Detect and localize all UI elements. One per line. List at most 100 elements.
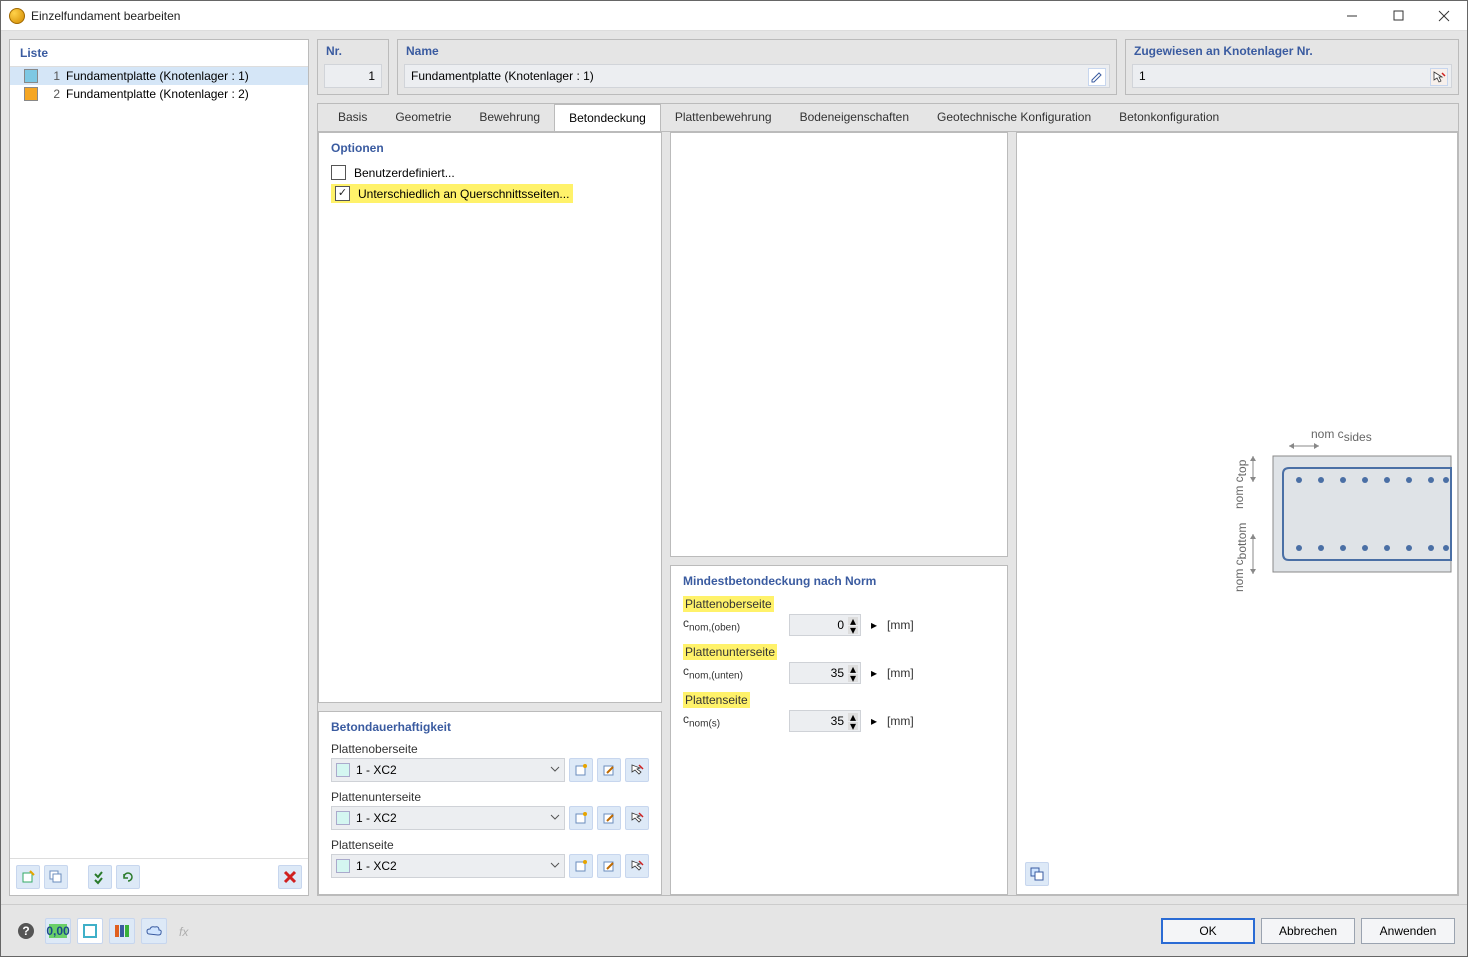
delete-button[interactable] [278, 865, 302, 889]
cross-section-diagram: nom csides nom ctop nom cbottom [1181, 424, 1451, 604]
durability-combo-row: 1 - XC2 [331, 854, 649, 878]
durability-row-label: Plattenoberseite [331, 742, 649, 756]
fx-icon: fx [177, 924, 195, 938]
apply-button[interactable]: Anwenden [1361, 918, 1455, 944]
pick-class-button[interactable] [625, 806, 649, 830]
cnom-label: cnom(s) [683, 712, 783, 729]
assign-value: 1 [1139, 69, 1146, 83]
header-row: Nr. 1 Name Fundamentplatte (Knotenlager … [317, 39, 1459, 95]
new-class-button[interactable] [569, 806, 593, 830]
assign-field-group: Zugewiesen an Knotenlager Nr. 1 [1125, 39, 1459, 95]
check-icon [93, 870, 107, 884]
unit-label: [mm] [887, 666, 914, 680]
name-label: Name [398, 40, 1116, 62]
cnom-value: 0 [837, 618, 844, 632]
mode2-button[interactable] [109, 918, 135, 944]
cnom-bottom-input[interactable]: 35 ▴▾ [789, 662, 861, 684]
mincover-section: Plattenseite [683, 692, 995, 708]
tab-geotech[interactable]: Geotechnische Konfiguration [923, 104, 1105, 131]
diff-sides-row[interactable]: Unterschiedlich an Querschnittsseiten... [331, 182, 649, 205]
pick-class-button[interactable] [625, 758, 649, 782]
copy-button[interactable] [44, 865, 68, 889]
durability-combo-bottom[interactable]: 1 - XC2 [331, 806, 565, 830]
user-defined-checkbox[interactable] [331, 165, 346, 180]
window-buttons [1329, 1, 1467, 30]
new-icon [574, 859, 588, 873]
cloud-button[interactable] [141, 918, 167, 944]
assign-label: Zugewiesen an Knotenlager Nr. [1126, 40, 1458, 62]
spinner-buttons[interactable]: ▴▾ [848, 665, 858, 682]
new-icon [574, 763, 588, 777]
check-button[interactable] [88, 865, 112, 889]
user-defined-label: Benutzerdefiniert... [354, 166, 455, 180]
edit-class-button[interactable] [597, 806, 621, 830]
list-item[interactable]: 1 Fundamentplatte (Knotenlager : 1) [10, 67, 308, 85]
tab-plattenbewehrung[interactable]: Plattenbewehrung [661, 104, 786, 131]
help-button[interactable]: ? [13, 918, 39, 944]
new-icon [574, 811, 588, 825]
diff-sides-label: Unterschiedlich an Querschnittsseiten... [358, 187, 569, 201]
new-class-button[interactable] [569, 758, 593, 782]
edit-icon [602, 859, 616, 873]
new-button[interactable] [16, 865, 40, 889]
nr-input[interactable]: 1 [324, 64, 382, 88]
column-options-durability: Optionen Benutzerdefiniert... Unterschie… [318, 132, 662, 895]
cnom-side-input[interactable]: 35 ▴▾ [789, 710, 861, 732]
toggle-preview-button[interactable] [1025, 862, 1049, 886]
tab-bodeneigenschaften[interactable]: Bodeneigenschaften [786, 104, 923, 131]
new-icon [21, 870, 35, 884]
cursor-pick-icon [630, 811, 644, 825]
tab-row: Basis Geometrie Bewehrung Betondeckung P… [317, 103, 1459, 131]
name-input[interactable]: Fundamentplatte (Knotenlager : 1) [404, 64, 1110, 88]
minimize-button[interactable] [1329, 1, 1375, 30]
durability-combo-top[interactable]: 1 - XC2 [331, 758, 565, 782]
pick-node-button[interactable] [1430, 68, 1448, 86]
maximize-button[interactable] [1375, 1, 1421, 30]
cursor-pick-icon [630, 859, 644, 873]
mincover-card: Mindestbetondeckung nach Norm Plattenobe… [670, 565, 1008, 895]
units-button[interactable]: 0,00 [45, 918, 71, 944]
mincover-section: Plattenunterseite [683, 644, 995, 660]
edit-name-button[interactable] [1088, 68, 1106, 86]
combo-value: 1 - XC2 [356, 763, 397, 777]
new-class-button[interactable] [569, 854, 593, 878]
fx-button[interactable]: fx [173, 918, 199, 944]
pick-class-button[interactable] [625, 854, 649, 878]
tab-geometrie[interactable]: Geometrie [381, 104, 465, 131]
titlebar: Einzelfundament bearbeiten [1, 1, 1467, 31]
close-button[interactable] [1421, 1, 1467, 30]
help-icon: ? [17, 922, 35, 940]
durability-combo-row: 1 - XC2 [331, 806, 649, 830]
tab-betondeckung[interactable]: Betondeckung [554, 104, 661, 132]
refresh-button[interactable] [116, 865, 140, 889]
tab-bewehrung[interactable]: Bewehrung [465, 104, 554, 131]
cancel-button[interactable]: Abbrechen [1261, 918, 1355, 944]
tab-body: Optionen Benutzerdefiniert... Unterschie… [317, 131, 1459, 896]
spinner-buttons[interactable]: ▴▾ [848, 617, 858, 634]
app-icon [9, 8, 25, 24]
nr-label: Nr. [318, 40, 388, 62]
durability-title: Betondauerhaftigkeit [331, 720, 649, 734]
step-next-button[interactable]: ▸ [867, 618, 881, 632]
tab-basis[interactable]: Basis [324, 104, 381, 131]
assign-input[interactable]: 1 [1132, 64, 1452, 88]
step-next-button[interactable]: ▸ [867, 714, 881, 728]
edit-class-button[interactable] [597, 854, 621, 878]
durability-combo-side[interactable]: 1 - XC2 [331, 854, 565, 878]
diff-sides-checkbox[interactable] [335, 186, 350, 201]
edit-class-button[interactable] [597, 758, 621, 782]
column-mincover: Mindestbetondeckung nach Norm Plattenobe… [670, 132, 1008, 895]
mincover-value-row: cnom,(unten) 35 ▴▾ ▸ [mm] [683, 662, 995, 684]
user-defined-row[interactable]: Benutzerdefiniert... [331, 163, 649, 182]
step-next-button[interactable]: ▸ [867, 666, 881, 680]
chevron-down-icon [550, 860, 560, 870]
color-swatch [24, 69, 38, 83]
tab-betonkonfig[interactable]: Betonkonfiguration [1105, 104, 1233, 131]
mincover-section: Plattenoberseite [683, 596, 995, 612]
cnom-top-input[interactable]: 0 ▴▾ [789, 614, 861, 636]
ok-button[interactable]: OK [1161, 918, 1255, 944]
list-item[interactable]: 2 Fundamentplatte (Knotenlager : 2) [10, 85, 308, 103]
mode1-button[interactable] [77, 918, 103, 944]
spinner-buttons[interactable]: ▴▾ [848, 713, 858, 730]
edit-icon [602, 763, 616, 777]
